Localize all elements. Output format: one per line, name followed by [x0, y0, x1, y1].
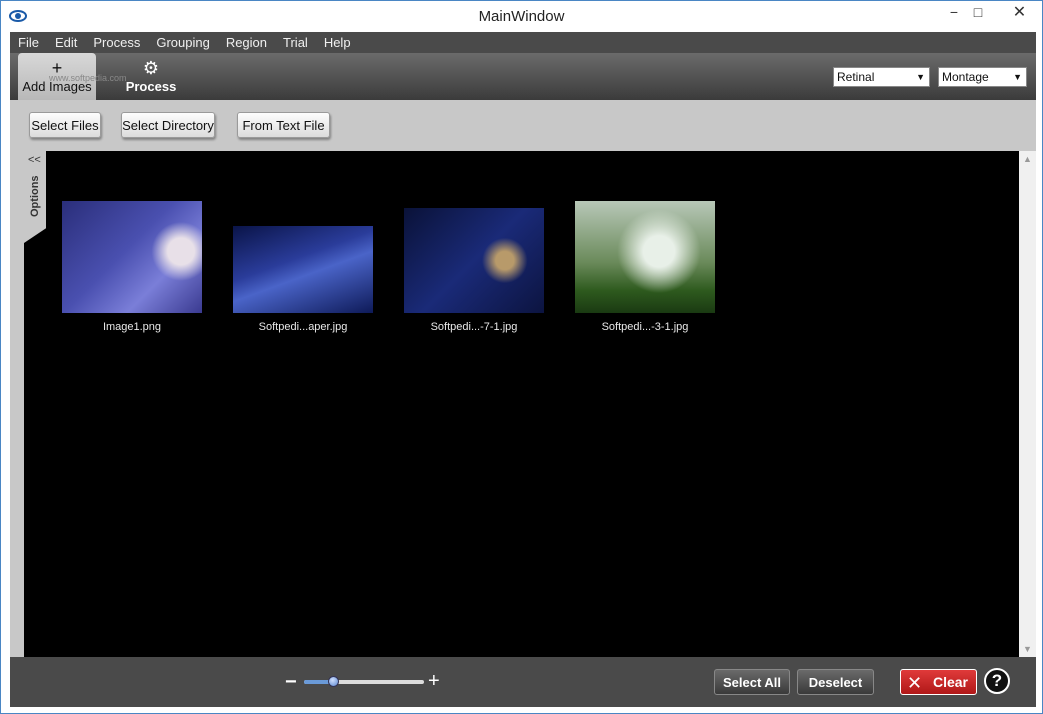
- title-bar: MainWindow − □ ✕: [1, 1, 1042, 31]
- zoom-slider[interactable]: [304, 676, 424, 687]
- thumbnail-label: Softpedi...-7-1.jpg: [430, 321, 518, 333]
- clear-label: Clear: [932, 674, 968, 690]
- app-window: MainWindow − □ ✕ File Edit Process Group…: [0, 0, 1043, 714]
- zoom-slider-handle[interactable]: [327, 676, 339, 687]
- from-text-file-button[interactable]: From Text File: [237, 112, 330, 138]
- menu-file[interactable]: File: [10, 32, 47, 53]
- region-select[interactable]: Retinal ▼: [833, 67, 930, 87]
- scroll-down-icon[interactable]: ▼: [1019, 644, 1036, 654]
- options-label: Options: [29, 175, 41, 217]
- deselect-button[interactable]: Deselect: [797, 669, 874, 695]
- close-button[interactable]: ✕: [997, 1, 1042, 23]
- thumbnail[interactable]: Image1.png: [62, 201, 202, 333]
- thumbnail[interactable]: Softpedi...aper.jpg: [233, 226, 373, 333]
- thumbnail-image[interactable]: [404, 208, 544, 313]
- thumbnail-label: Softpedi...-3-1.jpg: [601, 321, 689, 333]
- menu-region[interactable]: Region: [218, 32, 275, 53]
- grouping-select[interactable]: Montage ▼: [938, 67, 1027, 87]
- help-button[interactable]: ?: [984, 668, 1010, 694]
- zoom-in-button[interactable]: +: [428, 670, 440, 693]
- close-icon: ✕: [907, 673, 923, 693]
- menu-trial[interactable]: Trial: [275, 32, 316, 53]
- menu-bar: File Edit Process Grouping Region Trial …: [10, 32, 1036, 53]
- select-files-button[interactable]: Select Files: [29, 112, 101, 138]
- collapse-icon[interactable]: <<: [28, 154, 41, 166]
- menu-process[interactable]: Process: [85, 32, 148, 53]
- scroll-up-icon[interactable]: ▲: [1019, 154, 1036, 164]
- bottom-bar: [10, 657, 1036, 707]
- menu-edit[interactable]: Edit: [47, 32, 85, 53]
- select-directory-button[interactable]: Select Directory: [121, 112, 215, 138]
- thumbnail-label: Image1.png: [102, 321, 162, 333]
- window-title: MainWindow: [478, 8, 565, 25]
- zoom-out-button[interactable]: −: [285, 671, 297, 694]
- menu-help[interactable]: Help: [316, 32, 359, 53]
- region-select-value: Retinal: [837, 70, 875, 84]
- process-label: Process: [125, 79, 177, 94]
- chevron-down-icon: ▼: [916, 72, 925, 82]
- grouping-select-value: Montage: [942, 70, 989, 84]
- chevron-down-icon: ▼: [1013, 72, 1022, 82]
- maximize-button[interactable]: □: [963, 1, 993, 23]
- gear-icon: ⚙: [142, 58, 160, 78]
- select-all-button[interactable]: Select All: [714, 669, 790, 695]
- menu-grouping[interactable]: Grouping: [148, 32, 217, 53]
- thumbnail[interactable]: Softpedi...-3-1.jpg: [575, 201, 715, 333]
- thumbnail-image[interactable]: [233, 226, 373, 313]
- thumbnail-label: Softpedi...aper.jpg: [258, 321, 348, 333]
- thumbnail-image[interactable]: [575, 201, 715, 313]
- clear-button[interactable]: ✕ Clear: [900, 669, 977, 695]
- thumbnail[interactable]: Softpedi...-7-1.jpg: [404, 208, 544, 333]
- watermark-text: www.softpedia.com: [49, 73, 127, 83]
- thumbnail-image[interactable]: [62, 201, 202, 313]
- vertical-scrollbar[interactable]: ▲ ▼: [1019, 151, 1036, 657]
